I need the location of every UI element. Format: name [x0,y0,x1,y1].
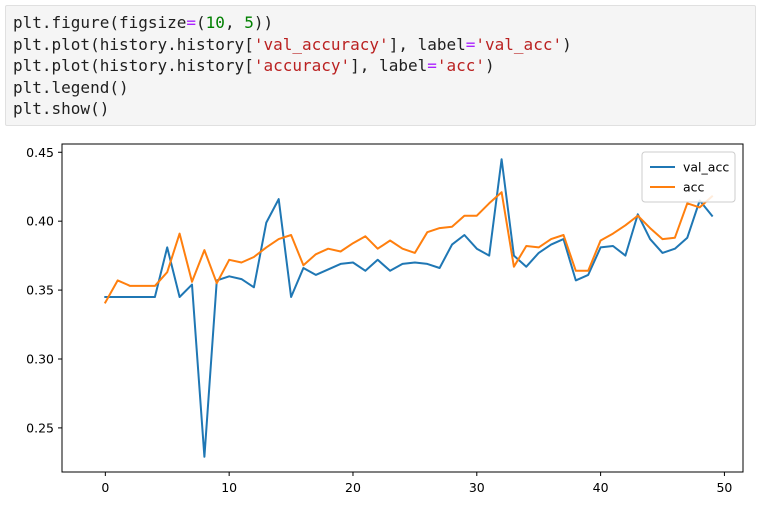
code-cell[interactable]: plt.figure(figsize=(10, 5)) plt.plot(hist… [5,5,756,126]
code-token: = [427,56,437,75]
legend-label: acc [683,180,705,195]
code-line: plt.figure(figsize=(10, 5)) [13,12,748,34]
x-tick-label: 20 [345,480,361,495]
code-token: plt.show() [13,99,110,118]
code-token: 10 [205,13,225,32]
code-token: , [224,13,245,32]
x-tick-label: 40 [593,480,609,495]
code-line: plt.show() [13,98,748,120]
y-tick-label: 0.30 [26,351,54,366]
y-tick-label: 0.45 [26,145,54,160]
y-tick-label: 0.25 [26,420,54,435]
legend: val_accacc [641,151,736,203]
code-token: plt.legend() [13,77,129,97]
code-token: = [186,13,197,32]
code-token: = [465,34,476,54]
code-line: plt.plot(history.history['val_accuracy']… [13,34,748,56]
x-tick-label: 50 [716,480,732,495]
x-tick-label: 0 [101,480,109,495]
x-tick-label: 10 [221,480,237,495]
code-token: 'val_acc' [475,34,563,54]
code-token: 5 [244,13,254,32]
code-token: )) [253,13,274,32]
y-tick-label: 0.35 [26,283,54,298]
code-line: plt.legend() [13,77,748,99]
code-token: ], label [388,34,466,54]
code-token: ) [485,56,495,75]
code-lines: plt.figure(figsize=(10, 5)) plt.plot(hist… [13,12,748,120]
y-tick-label: 0.40 [26,214,54,229]
x-tick-label: 30 [469,480,485,495]
code-token: ( [196,13,206,32]
code-token: plt.plot(history.history[ [13,34,254,54]
code-token: 'acc' [436,56,486,75]
line-chart: 0.25 0.30 0.35 0.40 0.45 0 10 20 30 40 50 val_acca… [26,143,744,495]
code-token: ) [562,34,572,54]
code-token: 'accuracy' [253,56,351,75]
plot-output: 0.25 0.30 0.35 0.40 0.45 0 10 20 30 40 50 val_acca… [0,130,763,505]
code-token: ], label [350,56,428,75]
code-line: plt.plot(history.history['accuracy'], la… [13,55,748,77]
legend-label: val_acc [683,160,729,175]
plot-area [61,143,744,473]
code-token: plt.figure(figsize [13,13,187,32]
code-token: 'val_accuracy' [253,34,389,54]
code-token: plt.plot(history.history[ [13,56,254,75]
